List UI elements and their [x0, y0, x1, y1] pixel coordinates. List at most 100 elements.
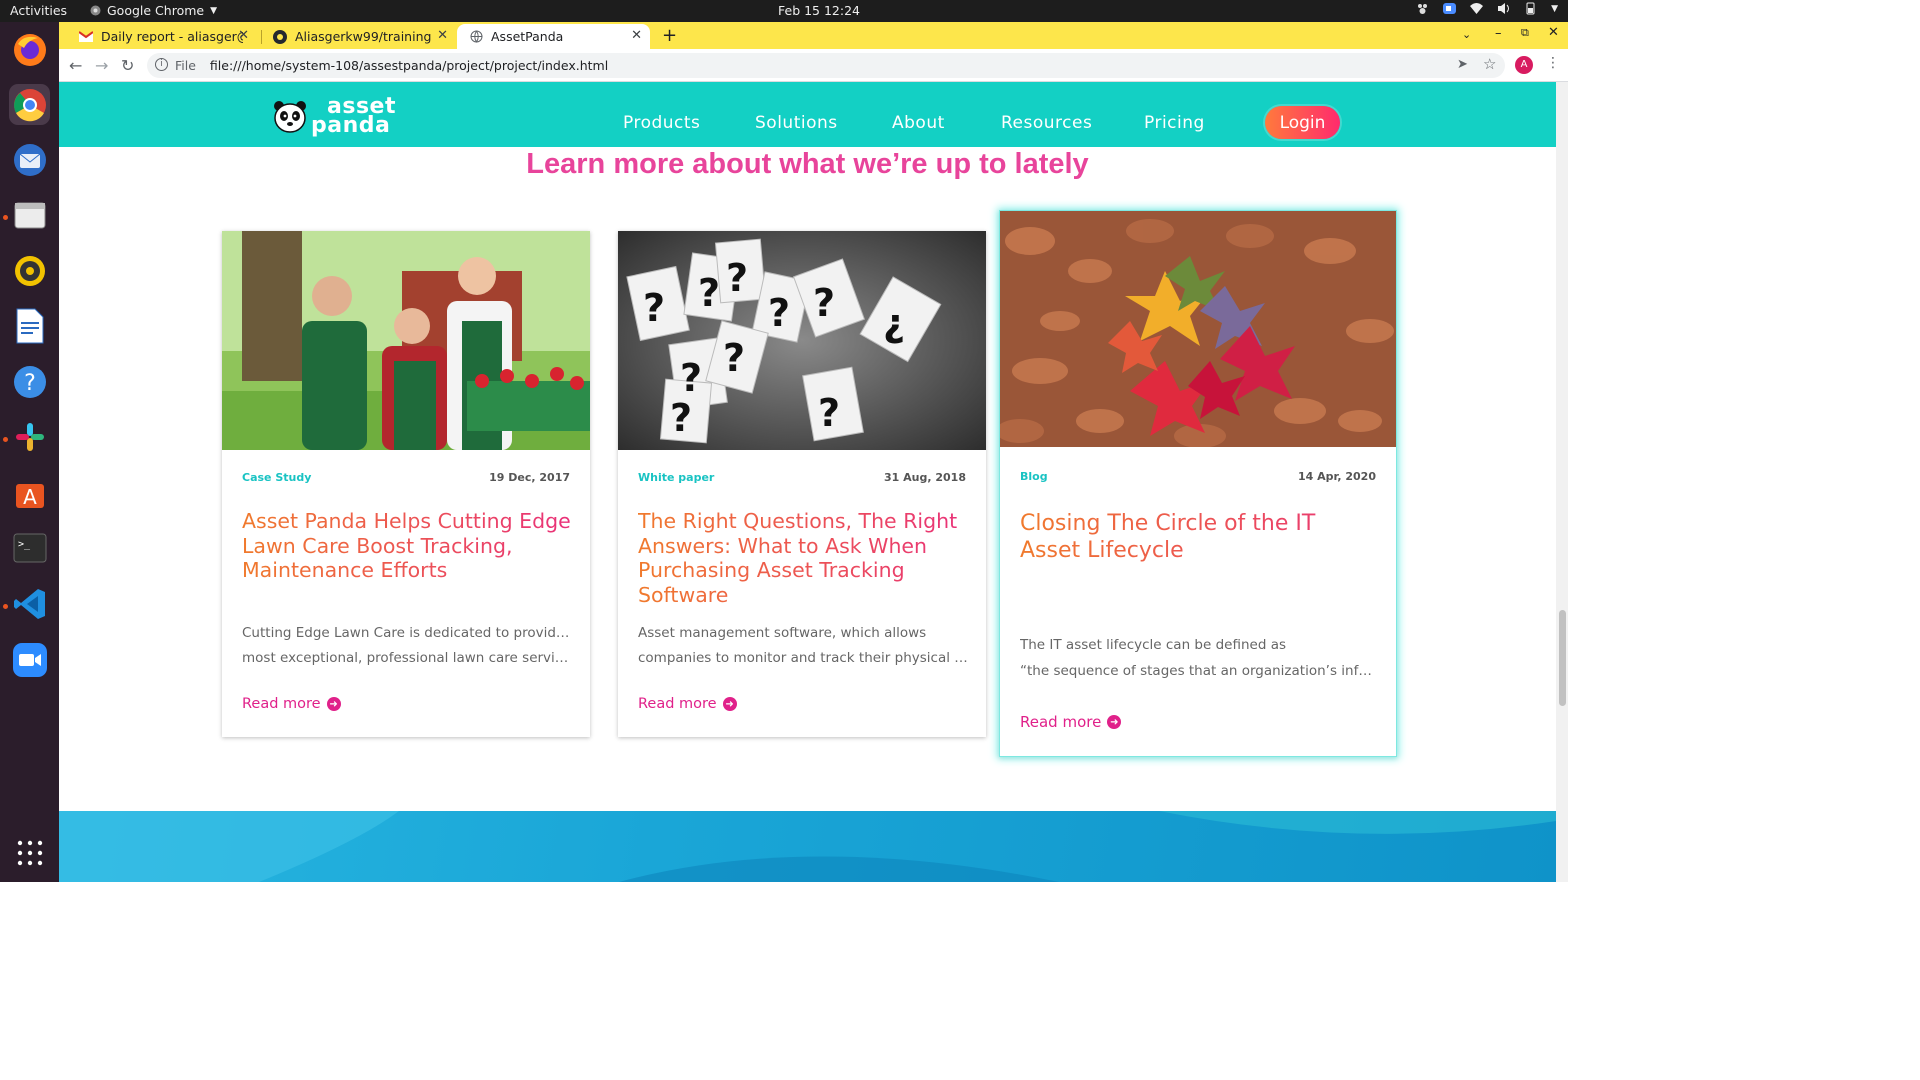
- read-more-link[interactable]: Read more ➜: [242, 696, 341, 712]
- running-indicator: [3, 604, 8, 609]
- login-button[interactable]: Login: [1265, 106, 1340, 139]
- card-image-questions[interactable]: ??? ?? ¿ ??? ?: [618, 231, 986, 450]
- scrollbar-thumb[interactable]: [1559, 610, 1566, 706]
- activities-button[interactable]: Activities: [10, 3, 67, 18]
- card-date: 31 Aug, 2018: [884, 471, 966, 484]
- tab-search-icon[interactable]: ⌄: [1462, 28, 1471, 41]
- chevron-down-icon: ▼: [210, 5, 218, 16]
- chrome-icon[interactable]: [9, 84, 50, 125]
- close-window-icon[interactable]: ✕: [1548, 25, 1559, 40]
- card-date: 14 Apr, 2020: [1298, 470, 1376, 483]
- info-icon[interactable]: i: [155, 58, 168, 71]
- firefox-icon[interactable]: [9, 29, 50, 70]
- forward-icon[interactable]: →: [95, 56, 108, 75]
- battery-icon[interactable]: [1524, 2, 1537, 15]
- close-tab-icon[interactable]: ✕: [238, 28, 249, 43]
- card-category[interactable]: Case Study: [242, 471, 311, 484]
- app-menu-label: Google Chrome: [107, 3, 205, 18]
- tab-assetpanda[interactable]: AssetPanda ✕: [457, 24, 650, 49]
- chrome-menu-icon[interactable]: ⋮: [1546, 55, 1560, 71]
- tab-github[interactable]: Aliasgerkw99/training ✕: [261, 24, 456, 49]
- scheme-label: File: [175, 58, 196, 73]
- footer-wave-band: [59, 811, 1556, 882]
- bookmark-star-icon[interactable]: ☆: [1483, 55, 1496, 73]
- svg-text:?: ?: [818, 391, 840, 435]
- arrow-circle-right-icon: ➜: [1107, 715, 1122, 729]
- restore-window-icon[interactable]: ⧉: [1521, 26, 1529, 40]
- card-title[interactable]: The Right Questions, The Right Answers: …: [638, 509, 968, 607]
- read-more-link[interactable]: Read more ➜: [1020, 713, 1122, 731]
- power-menu-chevron-icon[interactable]: ▼: [1551, 4, 1558, 14]
- card-title[interactable]: Closing The Circle of the IT Asset Lifec…: [1020, 511, 1380, 564]
- svg-text:?: ?: [24, 371, 36, 396]
- globe-icon: [469, 30, 483, 44]
- wifi-icon[interactable]: [1470, 2, 1484, 15]
- svg-text:?: ?: [813, 281, 835, 325]
- svg-text:?: ?: [768, 291, 790, 335]
- site-logo[interactable]: asset panda: [273, 96, 396, 137]
- reload-icon[interactable]: ↻: [121, 56, 134, 75]
- libreoffice-writer-icon[interactable]: [9, 305, 50, 346]
- card-title[interactable]: Asset Panda Helps Cutting Edge Lawn Care…: [242, 509, 572, 583]
- webpage: asset panda Products Solutions About Res…: [59, 82, 1556, 882]
- svg-text:?: ?: [726, 256, 748, 300]
- nav-pricing[interactable]: Pricing: [1144, 113, 1205, 133]
- back-icon[interactable]: ←: [69, 56, 82, 75]
- running-indicator: [3, 215, 8, 220]
- card-excerpt: Cutting Edge Lawn Care is dedicated to p…: [242, 621, 572, 671]
- slack-icon[interactable]: [9, 416, 50, 457]
- nav-resources[interactable]: Resources: [1001, 113, 1092, 133]
- new-tab-icon[interactable]: +: [662, 25, 677, 46]
- dock: ? A >_: [0, 22, 59, 882]
- nav-about[interactable]: About: [892, 113, 945, 133]
- software-center-icon[interactable]: A: [9, 472, 50, 513]
- nav-solutions[interactable]: Solutions: [755, 113, 838, 133]
- paw-icon[interactable]: [1416, 2, 1429, 15]
- arrow-circle-right-icon: ➜: [326, 697, 341, 711]
- thunderbird-icon[interactable]: [9, 139, 50, 180]
- show-applications-icon[interactable]: [9, 832, 50, 873]
- nav-products[interactable]: Products: [623, 113, 700, 133]
- read-more-link[interactable]: Read more ➜: [638, 696, 737, 712]
- tab-title: Aliasgerkw99/training: [295, 29, 432, 44]
- card-category[interactable]: White paper: [638, 471, 714, 484]
- section-heading: Learn more about what we’re up to lately: [526, 148, 1089, 180]
- card-excerpt: The IT asset lifecycle can be defined as…: [1020, 632, 1375, 684]
- vscode-icon[interactable]: [9, 583, 50, 624]
- clock[interactable]: Feb 15 12:24: [778, 3, 860, 18]
- files-icon[interactable]: [9, 194, 50, 235]
- close-tab-icon[interactable]: ✕: [437, 28, 448, 43]
- help-icon[interactable]: ?: [9, 361, 50, 402]
- excerpt-line: Cutting Edge Lawn Care is dedicated to p…: [242, 625, 572, 641]
- app-menu[interactable]: Google Chrome ▼: [90, 3, 217, 18]
- url-text[interactable]: file:///home/system-108/assestpanda/proj…: [210, 58, 608, 73]
- tab-title: AssetPanda: [491, 29, 564, 44]
- system-tray[interactable]: ▼: [1416, 2, 1558, 15]
- tab-daily-report[interactable]: Daily report - aliasger@w ✕: [67, 24, 257, 49]
- panda-icon: [274, 101, 306, 133]
- terminal-icon[interactable]: >_: [9, 527, 50, 568]
- card-category[interactable]: Blog: [1020, 470, 1048, 483]
- close-tab-icon[interactable]: ✕: [631, 28, 642, 43]
- card-image-leaves[interactable]: [1000, 211, 1396, 447]
- profile-avatar[interactable]: A: [1515, 56, 1533, 74]
- running-indicator: [3, 437, 8, 442]
- card-image-gardeners[interactable]: [222, 231, 590, 450]
- gmail-icon: [79, 30, 93, 44]
- svg-text:?: ?: [670, 396, 692, 440]
- minimize-window-icon[interactable]: –: [1495, 26, 1502, 41]
- svg-text:?: ?: [723, 336, 745, 380]
- excerpt-line: “the sequence of stages that an organiza…: [1020, 663, 1375, 679]
- volume-icon[interactable]: [1497, 2, 1510, 15]
- gardeners-photo: [222, 231, 590, 450]
- card-excerpt: Asset management software, which allows …: [638, 621, 968, 671]
- send-to-device-icon[interactable]: ➤: [1457, 57, 1468, 72]
- svg-text:?: ?: [643, 286, 665, 330]
- arrow-circle-right-icon: ➜: [722, 697, 737, 711]
- svg-text:?: ?: [698, 271, 720, 315]
- rhythmbox-icon[interactable]: [9, 250, 50, 291]
- address-bar[interactable]: i File file:///home/system-108/assestpan…: [147, 53, 1505, 78]
- zoom-tray-icon[interactable]: [1443, 2, 1457, 15]
- page-scrollbar[interactable]: [1556, 82, 1568, 882]
- zoom-icon[interactable]: [9, 639, 50, 680]
